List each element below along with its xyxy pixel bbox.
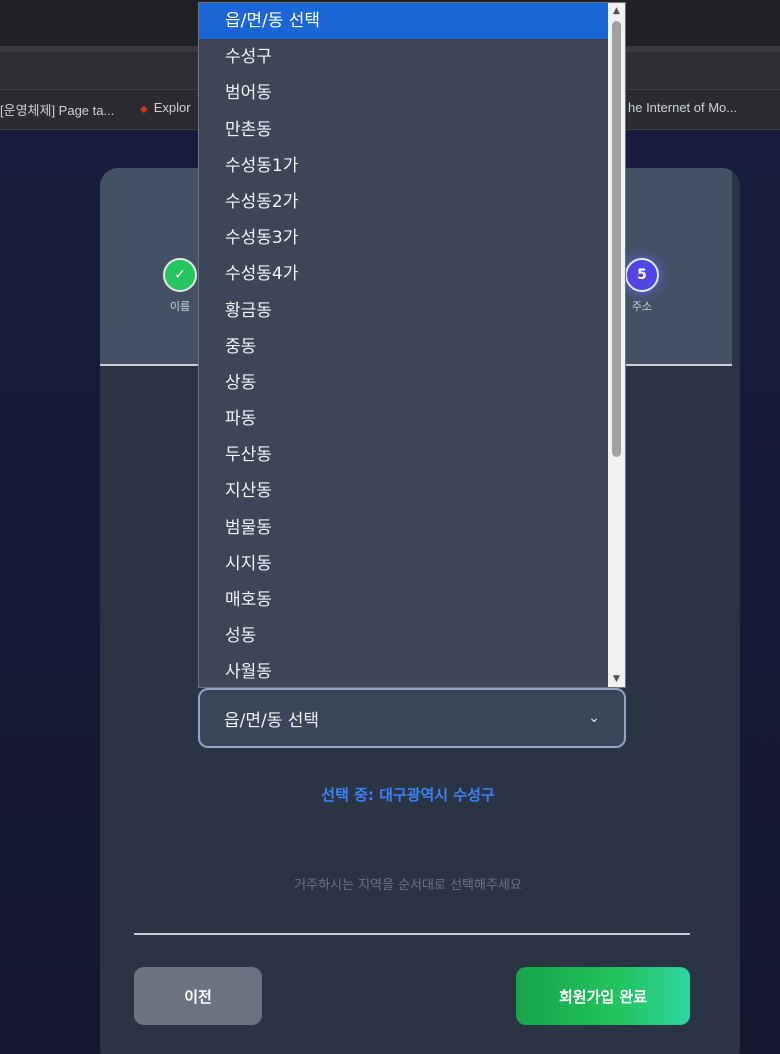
dropdown-option[interactable]: 파동 xyxy=(199,401,609,437)
scroll-down-icon[interactable]: ▼ xyxy=(608,671,625,687)
complete-signup-button[interactable]: 회원가입 완료 xyxy=(516,967,690,1025)
step-number: 5 xyxy=(625,258,659,292)
dropdown-option[interactable]: 사월동 xyxy=(199,654,609,687)
scrollbar-thumb[interactable] xyxy=(612,21,621,457)
hint-text: 거주하시는 지역을 순서대로 선택해주세요 xyxy=(294,878,522,893)
scroll-up-icon[interactable]: ▲ xyxy=(608,3,625,19)
dropdown-scrollbar[interactable]: ▲ ▼ xyxy=(608,3,625,687)
dropdown-option[interactable]: 황금동 xyxy=(199,293,609,329)
bookmark-label: Explor xyxy=(153,100,191,115)
check-icon: ✓ xyxy=(163,258,197,292)
bookmark-favicon-icon: ◆ xyxy=(140,104,148,115)
dropdown-option[interactable]: 읍/면/동 선택 xyxy=(199,3,609,40)
divider xyxy=(134,933,690,935)
prev-button[interactable]: 이전 xyxy=(134,967,262,1025)
dropdown-option[interactable]: 만촌동 xyxy=(199,112,609,148)
dropdown-option[interactable]: 지산동 xyxy=(199,473,609,509)
dropdown-option[interactable]: 수성동4가 xyxy=(199,256,609,292)
dropdown-option[interactable]: 범물동 xyxy=(199,510,609,546)
dropdown-option[interactable]: 중동 xyxy=(199,329,609,365)
dropdown-option[interactable]: 수성구 xyxy=(199,39,609,75)
dong-select[interactable]: 읍/면/동 선택 ⌄ xyxy=(198,688,626,748)
select-value: 읍/면/동 선택 xyxy=(224,710,320,731)
bookmark-item[interactable]: he Internet of Mo... xyxy=(628,100,737,115)
dropdown-option[interactable]: 두산동 xyxy=(199,437,609,473)
dropdown-option[interactable]: 매호동 xyxy=(199,582,609,618)
dropdown-option[interactable]: 수성동2가 xyxy=(199,184,609,220)
dropdown-option[interactable]: 수성동1가 xyxy=(199,148,609,184)
dropdown-option[interactable]: 범어동 xyxy=(199,75,609,111)
selected-region-text: 선택 중: 대구광역시 수성구 xyxy=(321,786,495,804)
dropdown-option[interactable]: 상동 xyxy=(199,365,609,401)
chevron-down-icon: ⌄ xyxy=(588,710,600,726)
dropdown-option[interactable]: 시지동 xyxy=(199,546,609,582)
bookmark-item[interactable]: ◆ Explor xyxy=(140,100,191,115)
dropdown-option[interactable]: 성동 xyxy=(199,618,609,654)
dropdown-option[interactable]: 수성동3가 xyxy=(199,220,609,256)
bookmark-item[interactable]: [운영체제] Page ta... xyxy=(0,100,114,119)
dropdown-options: 읍/면/동 선택 수성구 범어동 만촌동 수성동1가 수성동2가 수성동3가 수성동4가 황금동… xyxy=(199,3,609,687)
dong-dropdown-list[interactable]: 읍/면/동 선택 수성구 범어동 만촌동 수성동1가 수성동2가 수성동3가 수성동4가 황금동… xyxy=(198,2,626,688)
